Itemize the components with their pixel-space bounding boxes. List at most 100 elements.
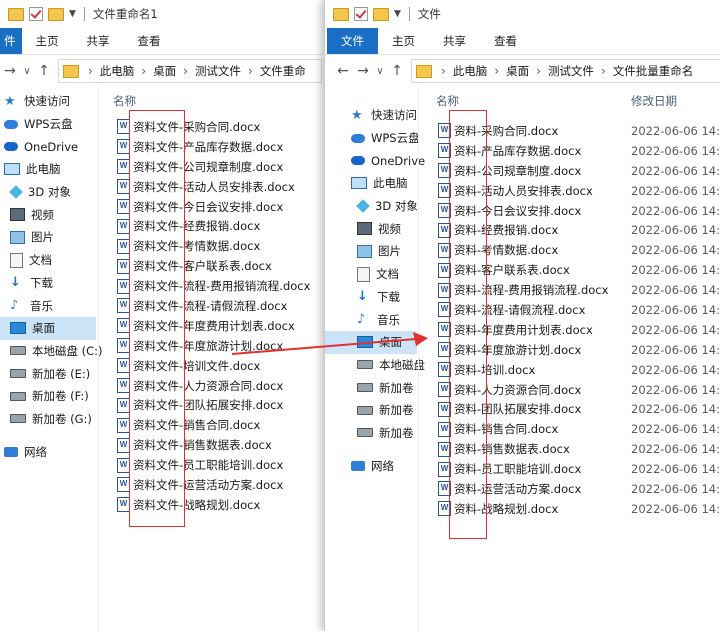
file-modified-date: 2022-06-06 14:5 [631, 223, 720, 238]
chevron-right-icon[interactable]: › [245, 64, 256, 78]
new-folder-icon[interactable] [373, 7, 389, 21]
nav-quick-access[interactable]: ★ 快速访问 [0, 90, 96, 113]
nav-quick-access[interactable]: ★ 快速访问 [325, 104, 417, 127]
tab-view[interactable]: 查看 [124, 28, 175, 54]
cloud-icon [351, 133, 365, 143]
chevron-down-icon[interactable]: ▼ [394, 9, 401, 19]
properties-check-icon[interactable] [29, 7, 43, 21]
chevron-down-icon[interactable]: ∨ [373, 66, 387, 77]
file-modified-date: 2022-06-06 14:5 [631, 243, 720, 258]
network-icon [4, 446, 18, 457]
quick-access-toolbar: ▼ [333, 7, 401, 21]
nav-desktop[interactable]: 桌面 [0, 316, 96, 340]
up-arrow-icon[interactable]: ↑ [387, 63, 407, 79]
nav-pictures[interactable]: 图片 [325, 240, 417, 263]
chevron-down-icon[interactable]: ∨ [20, 66, 34, 77]
back-arrow-icon[interactable]: ← [333, 63, 353, 79]
nav-pictures[interactable]: 图片 [0, 226, 96, 249]
nav-videos[interactable]: 视频 [0, 203, 96, 226]
drive-icon [357, 360, 373, 370]
up-arrow-icon[interactable]: ↑ [34, 63, 54, 79]
desktop-icon [10, 322, 26, 335]
nav-drive-c[interactable]: 本地磁盘 (C:) [0, 340, 103, 363]
navigation-pane: ★ 快速访问 WPS云盘 OneDrive 此电脑 3D 对象 视频 图片 文档 … [325, 104, 425, 631]
nav-wps-cloud[interactable]: WPS云盘 [0, 113, 96, 136]
nav-music[interactable]: ♪ 音乐 [0, 294, 96, 317]
forward-arrow-icon[interactable]: → [0, 63, 20, 79]
tab-home[interactable]: 主页 [378, 28, 429, 54]
tab-file[interactable]: 件 [0, 28, 22, 54]
nav-documents[interactable]: 文档 [0, 249, 96, 272]
file-modified-date: 2022-06-06 14:5 [631, 442, 720, 457]
tab-file[interactable]: 文件 [327, 28, 378, 54]
column-header-name[interactable]: 名称 [113, 92, 136, 110]
nav-downloads[interactable]: ↓ 下载 [325, 286, 417, 309]
properties-check-icon[interactable] [354, 7, 368, 21]
breadcrumb-segment[interactable]: 文件批量重命名 [609, 63, 698, 79]
chevron-right-icon[interactable]: › [438, 64, 449, 78]
nav-drive-g[interactable]: 新加卷 [325, 422, 417, 445]
breadcrumb-segment[interactable]: 测试文件 [544, 63, 598, 79]
music-icon: ♪ [357, 312, 366, 328]
chevron-right-icon[interactable]: › [533, 64, 544, 78]
nav-onedrive[interactable]: OneDrive [325, 149, 425, 172]
nav-this-pc[interactable]: 此电脑 [325, 172, 417, 195]
breadcrumb-segment[interactable]: 此电脑 [96, 63, 139, 79]
navigation-pane: ★ 快速访问 WPS云盘 OneDrive 此电脑 3D 对象 视频 图片 文档 … [0, 90, 103, 631]
folder-icon[interactable] [333, 7, 349, 21]
nav-drive-g[interactable]: 新加卷 (G:) [0, 408, 96, 431]
breadcrumb-segment[interactable]: 文件重命 [256, 63, 310, 79]
chevron-right-icon[interactable]: › [85, 64, 96, 78]
nav-documents[interactable]: 文档 [325, 263, 417, 286]
chevron-right-icon[interactable]: › [598, 64, 609, 78]
title-bar: ▼ 文件重命名1 [0, 0, 322, 28]
breadcrumb-segment[interactable]: 此电脑 [449, 63, 492, 79]
nav-drive-e[interactable]: 新加卷 (E:) [0, 362, 96, 385]
tab-share[interactable]: 共享 [73, 28, 124, 54]
nav-3d-objects[interactable]: 3D 对象 [0, 181, 96, 204]
breadcrumb-segment[interactable]: 桌面 [502, 63, 533, 79]
chevron-right-icon[interactable]: › [180, 64, 191, 78]
new-folder-icon[interactable] [48, 7, 64, 21]
nav-drive-f[interactable]: 新加卷 (F:) [0, 385, 96, 408]
title-divider [408, 7, 410, 21]
highlight-box [449, 110, 487, 539]
column-header-name[interactable]: 名称 [436, 92, 459, 110]
window-title: 文件重命名1 [92, 7, 158, 21]
file-modified-date: 2022-06-06 14:5 [631, 163, 720, 178]
nav-videos[interactable]: 视频 [325, 217, 417, 240]
chevron-right-icon[interactable]: › [138, 64, 149, 78]
tab-share[interactable]: 共享 [429, 28, 480, 54]
file-modified-date: 2022-06-06 14:5 [631, 362, 720, 377]
file-modified-date: 2022-06-06 14:5 [631, 481, 720, 496]
nav-wps-cloud[interactable]: WPS云盘 [325, 127, 420, 150]
column-header-date[interactable]: 修改日期 [631, 92, 677, 110]
nav-downloads[interactable]: ↓ 下载 [0, 272, 96, 295]
tab-home[interactable]: 主页 [22, 28, 73, 54]
breadcrumb-segment[interactable]: 桌面 [149, 63, 180, 79]
tab-view[interactable]: 查看 [480, 28, 531, 54]
nav-network[interactable]: 网络 [325, 454, 417, 477]
highlight-box [129, 110, 185, 527]
address-bar[interactable]: › 此电脑 › 桌面 › 测试文件 › 文件重命 [58, 59, 322, 83]
music-icon: ♪ [10, 298, 19, 314]
forward-arrow-icon[interactable]: → [353, 63, 373, 79]
nav-drive-f[interactable]: 新加卷 [325, 399, 417, 422]
nav-onedrive[interactable]: OneDrive [0, 135, 96, 158]
title-divider [83, 7, 85, 21]
chevron-right-icon[interactable]: › [491, 64, 502, 78]
picture-icon [10, 230, 25, 244]
picture-icon [357, 244, 372, 258]
nav-drive-e[interactable]: 新加卷 [325, 376, 417, 399]
nav-this-pc[interactable]: 此电脑 [0, 158, 96, 181]
file-modified-date: 2022-06-06 14:5 [631, 302, 720, 317]
file-modified-date: 2022-06-06 14:5 [631, 322, 720, 337]
download-icon: ↓ [10, 275, 21, 291]
breadcrumb-segment[interactable]: 测试文件 [191, 63, 245, 79]
nav-network[interactable]: 网络 [0, 440, 96, 463]
folder-icon[interactable] [8, 7, 24, 21]
nav-3d-objects[interactable]: 3D 对象 [325, 195, 418, 218]
nav-music[interactable]: ♪ 音乐 [325, 308, 417, 331]
address-bar[interactable]: › 此电脑 › 桌面 › 测试文件 › 文件批量重命名 [411, 59, 720, 83]
chevron-down-icon[interactable]: ▼ [69, 9, 76, 19]
